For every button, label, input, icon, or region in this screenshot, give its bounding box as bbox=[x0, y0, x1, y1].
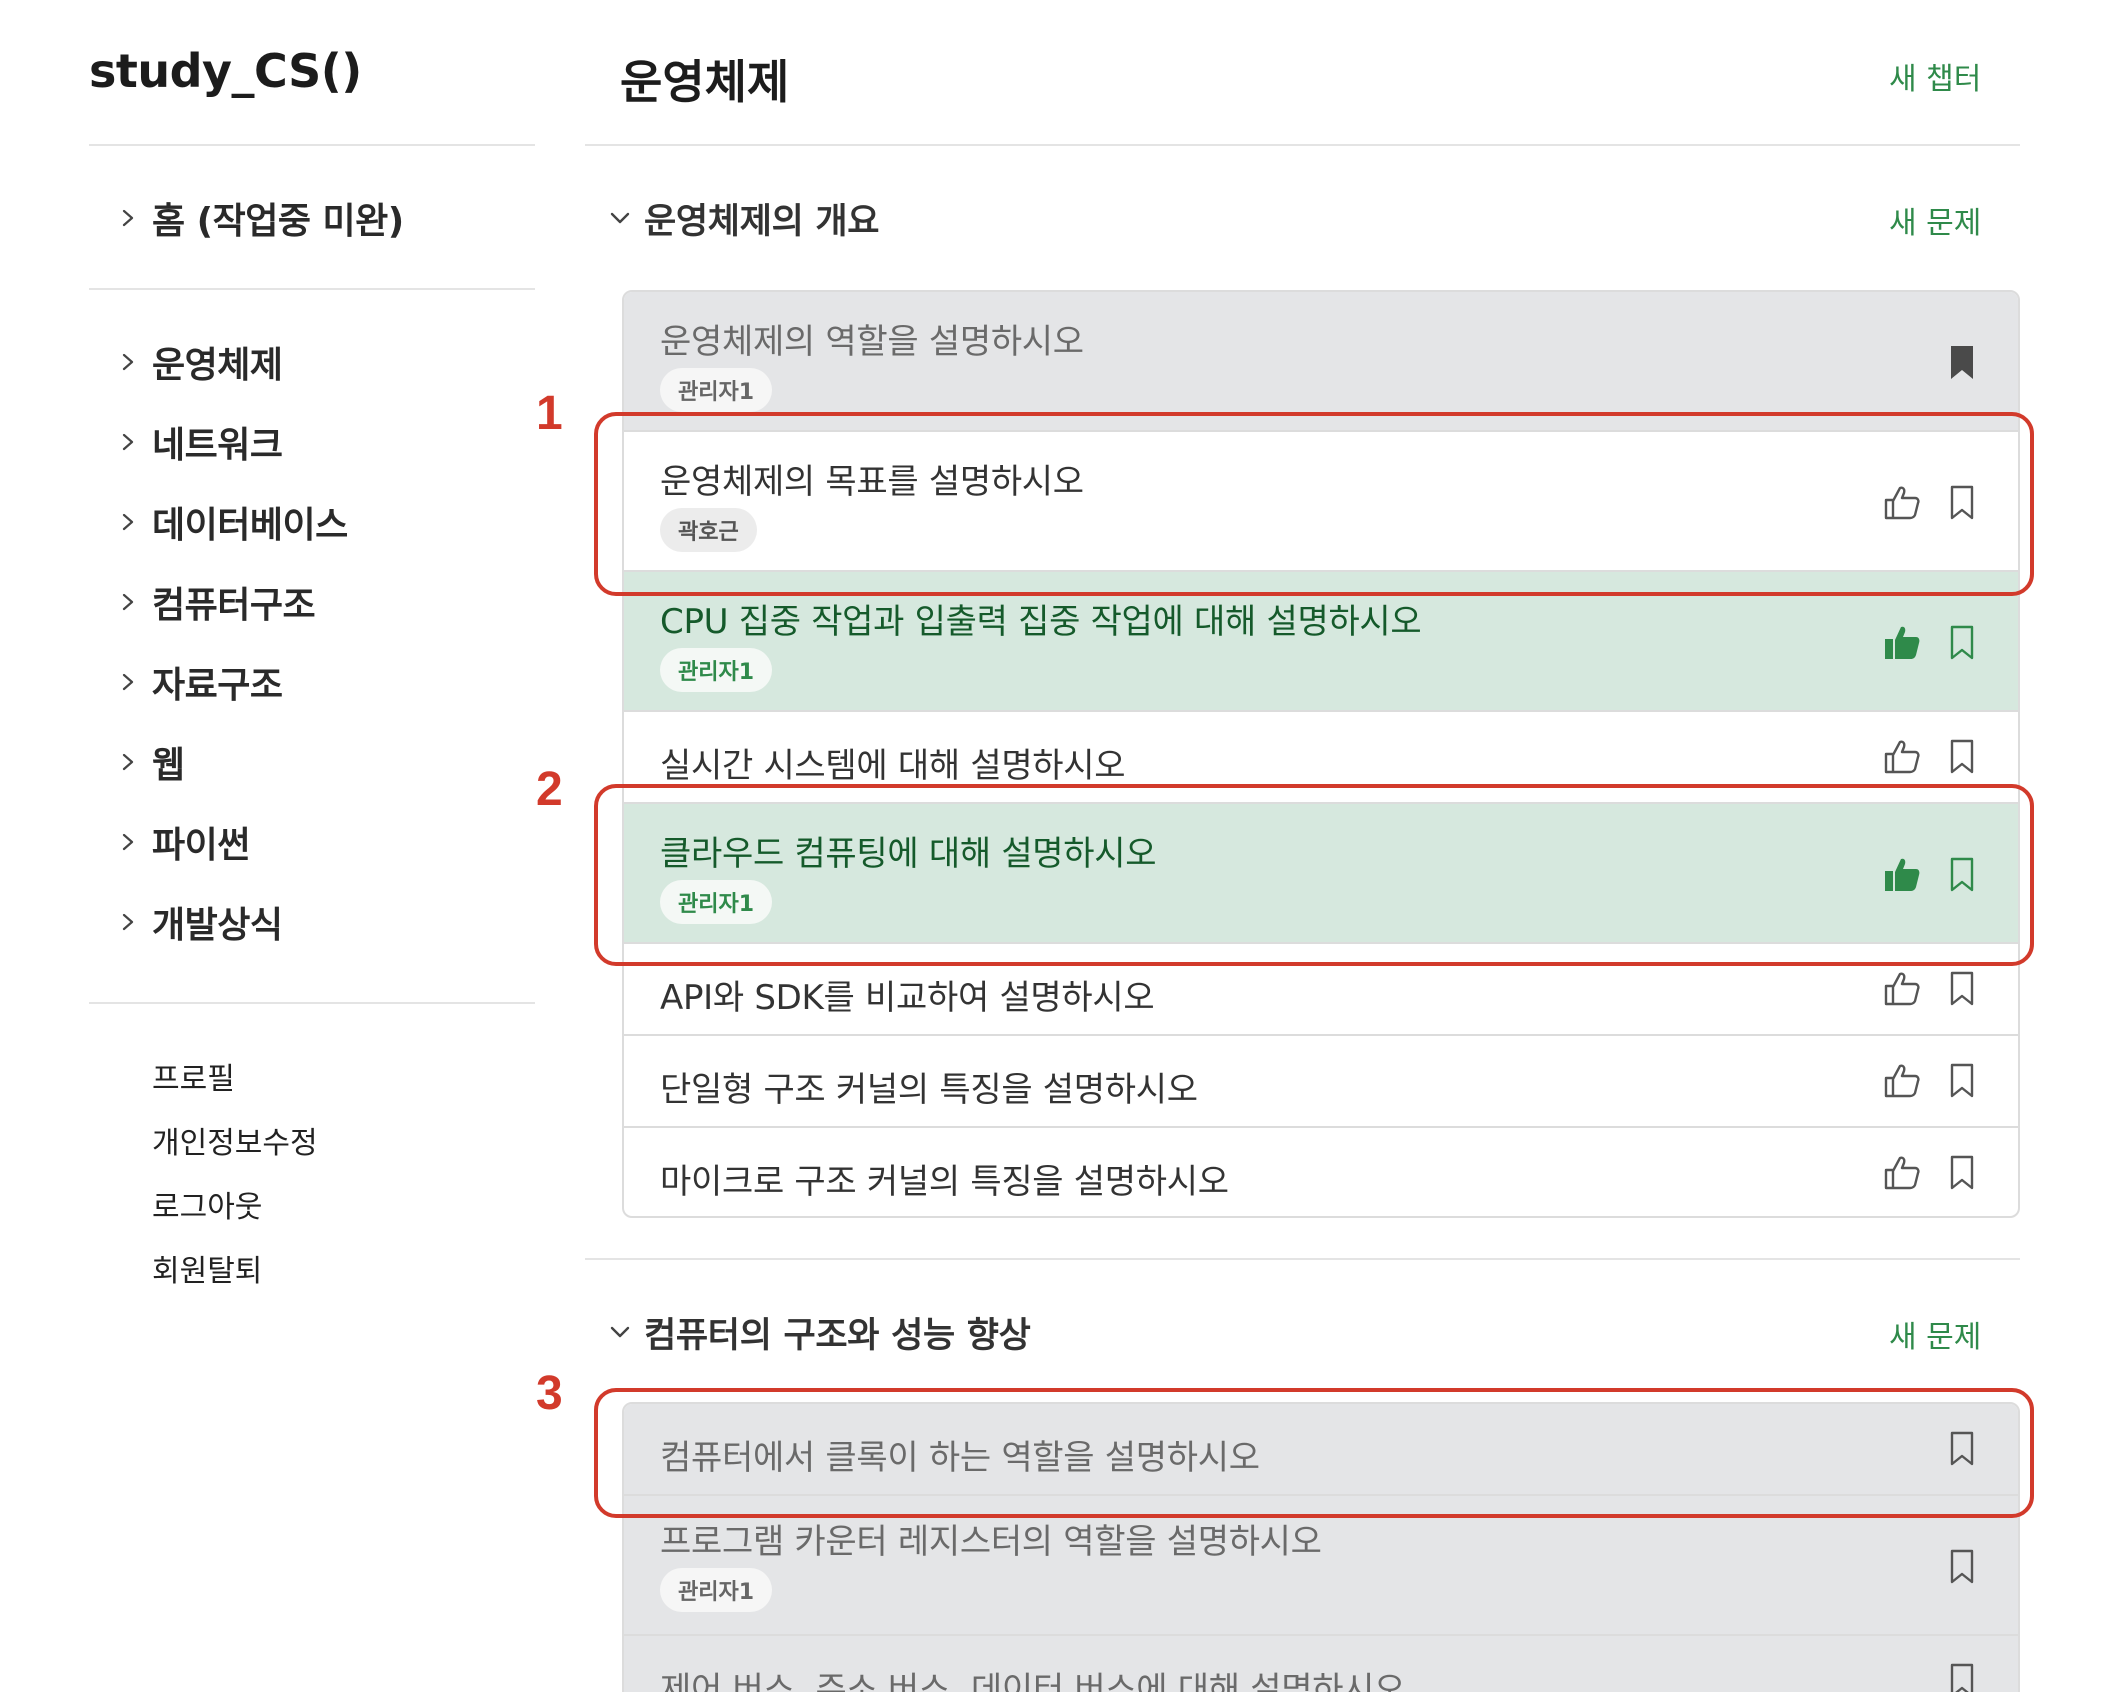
chevron-right-icon bbox=[118, 345, 152, 379]
annotation-number: 3 bbox=[536, 1367, 563, 1420]
main-divider bbox=[585, 1258, 2020, 1260]
question-row[interactable]: 제어 버스, 주소 버스, 데이터 버스에 대해 설명하시오 bbox=[624, 1636, 2018, 1692]
sidebar-item-label: 파이썬 bbox=[152, 825, 250, 866]
chevron-down-icon bbox=[608, 206, 644, 230]
account-link-edit-info[interactable]: 개인정보수정 bbox=[152, 1118, 318, 1162]
question-text: API와 SDK를 비교하여 설명하시오 bbox=[660, 978, 1155, 1018]
question-row[interactable]: 컴퓨터에서 클록이 하는 역할을 설명하시오 bbox=[624, 1404, 2018, 1496]
sidebar-item-network[interactable]: 네트워크 bbox=[118, 412, 283, 472]
sidebar-item-label: 데이터베이스 bbox=[152, 505, 348, 546]
bookmark-icon[interactable] bbox=[1942, 854, 1982, 894]
annotation-number: 2 bbox=[536, 763, 563, 816]
sidebar-item-label: 홈 (작업중 미완) bbox=[152, 201, 404, 242]
thumbs-up-icon[interactable] bbox=[1882, 1060, 1922, 1100]
account-link-logout[interactable]: 로그아웃 bbox=[152, 1182, 262, 1226]
bookmark-icon[interactable] bbox=[1942, 482, 1982, 522]
new-question-button[interactable]: 새 문제 bbox=[1889, 198, 1981, 242]
bookmark-icon[interactable] bbox=[1942, 1660, 1982, 1692]
chevron-right-icon bbox=[118, 665, 152, 699]
author-badge: 관리자1 bbox=[660, 368, 773, 412]
sidebar-divider bbox=[89, 1002, 535, 1004]
bookmark-icon[interactable] bbox=[1942, 968, 1982, 1008]
account-link-withdraw[interactable]: 회원탈퇴 bbox=[152, 1246, 262, 1290]
sidebar-item-web[interactable]: 웹 bbox=[118, 732, 185, 792]
sidebar-item-label: 자료구조 bbox=[152, 665, 283, 706]
account-link-profile[interactable]: 프로필 bbox=[152, 1054, 235, 1098]
question-text: CPU 집중 작업과 입출력 집중 작업에 대해 설명하시오 bbox=[660, 602, 1422, 642]
sidebar-item-data-structures[interactable]: 자료구조 bbox=[118, 652, 283, 712]
question-row[interactable]: 프로그램 카운터 레지스터의 역할을 설명하시오 관리자1 bbox=[624, 1496, 2018, 1636]
thumbs-up-filled-icon[interactable] bbox=[1882, 622, 1922, 662]
section-title: 운영체제의 개요 bbox=[644, 201, 880, 242]
sidebar-divider bbox=[89, 288, 535, 290]
sidebar-item-label: 네트워크 bbox=[152, 425, 283, 466]
chevron-right-icon bbox=[118, 585, 152, 619]
section-header[interactable]: 운영체제의 개요 bbox=[608, 188, 879, 248]
chevron-right-icon bbox=[118, 425, 152, 459]
sidebar-item-home[interactable]: 홈 (작업중 미완) bbox=[118, 188, 404, 248]
question-row[interactable]: CPU 집중 작업과 입출력 집중 작업에 대해 설명하시오 관리자1 bbox=[624, 572, 2018, 712]
chevron-right-icon bbox=[118, 905, 152, 939]
sidebar-item-label: 컴퓨터구조 bbox=[152, 585, 316, 626]
question-row[interactable]: 단일형 구조 커널의 특징을 설명하시오 bbox=[624, 1036, 2018, 1128]
question-text: 제어 버스, 주소 버스, 데이터 버스에 대해 설명하시오 bbox=[660, 1670, 1406, 1692]
sidebar-item-label: 개발상식 bbox=[152, 905, 283, 946]
question-row[interactable]: 클라우드 컴퓨팅에 대해 설명하시오 관리자1 bbox=[624, 804, 2018, 944]
bookmark-icon[interactable] bbox=[1942, 622, 1982, 662]
page-title: 운영체제 bbox=[620, 55, 790, 109]
author-badge: 관리자1 bbox=[660, 1568, 773, 1612]
question-text: 단일형 구조 커널의 특징을 설명하시오 bbox=[660, 1070, 1198, 1110]
question-text: 클라우드 컴퓨팅에 대해 설명하시오 bbox=[660, 834, 1157, 874]
question-text: 컴퓨터에서 클록이 하는 역할을 설명하시오 bbox=[660, 1438, 1260, 1478]
sidebar-item-python[interactable]: 파이썬 bbox=[118, 812, 250, 872]
chevron-right-icon bbox=[118, 201, 152, 235]
author-badge: 관리자1 bbox=[660, 880, 773, 924]
bookmark-icon[interactable] bbox=[1942, 1060, 1982, 1100]
question-text: 운영체제의 역할을 설명하시오 bbox=[660, 322, 1084, 362]
sidebar-item-label: 웹 bbox=[152, 745, 185, 786]
thumbs-up-filled-icon[interactable] bbox=[1882, 854, 1922, 894]
question-row[interactable]: 운영체제의 역할을 설명하시오 관리자1 bbox=[624, 292, 2018, 432]
app-brand[interactable]: study_CS() bbox=[89, 44, 362, 98]
thumbs-up-icon[interactable] bbox=[1882, 736, 1922, 776]
thumbs-up-icon[interactable] bbox=[1882, 1152, 1922, 1192]
bookmark-filled-icon[interactable] bbox=[1942, 342, 1982, 382]
question-row[interactable]: 운영체제의 목표를 설명하시오 곽호근 bbox=[624, 432, 2018, 572]
sidebar-item-label: 운영체제 bbox=[152, 345, 283, 386]
sidebar-item-database[interactable]: 데이터베이스 bbox=[118, 492, 348, 552]
sidebar-item-computer-architecture[interactable]: 컴퓨터구조 bbox=[118, 572, 316, 632]
new-question-button[interactable]: 새 문제 bbox=[1889, 1312, 1981, 1356]
main-divider bbox=[585, 144, 2020, 146]
question-row[interactable]: 실시간 시스템에 대해 설명하시오 bbox=[624, 712, 2018, 804]
question-text: 실시간 시스템에 대해 설명하시오 bbox=[660, 746, 1126, 786]
annotation-number: 1 bbox=[536, 387, 563, 440]
chevron-right-icon bbox=[118, 505, 152, 539]
question-row[interactable]: API와 SDK를 비교하여 설명하시오 bbox=[624, 944, 2018, 1036]
bookmark-icon[interactable] bbox=[1942, 1428, 1982, 1468]
sidebar-item-dev-knowledge[interactable]: 개발상식 bbox=[118, 892, 283, 952]
chevron-right-icon bbox=[118, 825, 152, 859]
sidebar-divider bbox=[89, 144, 535, 146]
bookmark-icon[interactable] bbox=[1942, 736, 1982, 776]
chevron-right-icon bbox=[118, 745, 152, 779]
question-row[interactable]: 마이크로 구조 커널의 특징을 설명하시오 bbox=[624, 1128, 2018, 1216]
question-text: 마이크로 구조 커널의 특징을 설명하시오 bbox=[660, 1162, 1229, 1202]
question-text: 프로그램 카운터 레지스터의 역할을 설명하시오 bbox=[660, 1522, 1322, 1562]
author-badge: 곽호근 bbox=[660, 508, 757, 552]
bookmark-icon[interactable] bbox=[1942, 1152, 1982, 1192]
bookmark-icon[interactable] bbox=[1942, 1546, 1982, 1586]
section-header[interactable]: 컴퓨터의 구조와 성능 향상 bbox=[608, 1302, 1031, 1362]
thumbs-up-icon[interactable] bbox=[1882, 482, 1922, 522]
chevron-down-icon bbox=[608, 1320, 644, 1344]
sidebar-item-os[interactable]: 운영체제 bbox=[118, 332, 283, 392]
section-title: 컴퓨터의 구조와 성능 향상 bbox=[644, 1315, 1031, 1356]
question-text: 운영체제의 목표를 설명하시오 bbox=[660, 462, 1084, 502]
author-badge: 관리자1 bbox=[660, 648, 773, 692]
question-list: 컴퓨터에서 클록이 하는 역할을 설명하시오 프로그램 카운터 레지스터의 역할… bbox=[622, 1402, 2020, 1692]
new-chapter-button[interactable]: 새 챕터 bbox=[1889, 54, 1981, 98]
thumbs-up-icon[interactable] bbox=[1882, 968, 1922, 1008]
question-list: 운영체제의 역할을 설명하시오 관리자1 운영체제의 목표를 설명하시오 곽호근… bbox=[622, 290, 2020, 1218]
